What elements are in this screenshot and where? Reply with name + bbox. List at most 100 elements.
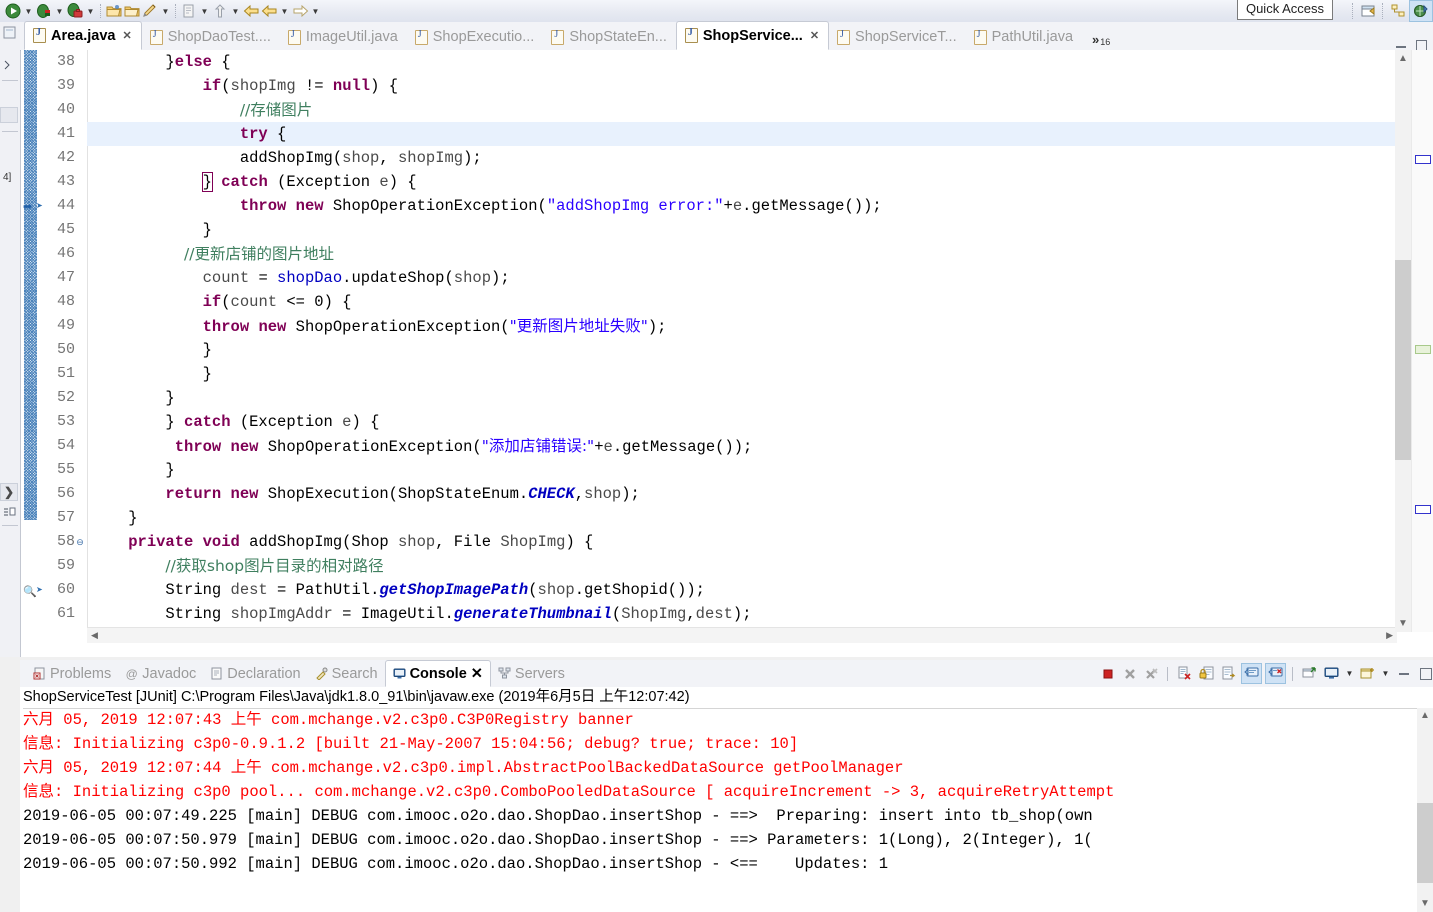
console-output[interactable]: 六月 05, 2019 12:07:43 上午 com.mchange.v2.c… [23, 708, 1433, 912]
scroll-left-arrow-icon[interactable]: ◀ [87, 630, 102, 641]
minimize-icon[interactable] [1396, 46, 1406, 48]
code-line[interactable]: } catch (Exception e) { [87, 410, 1433, 434]
run-icon[interactable] [4, 2, 22, 20]
stub-minimize-icon[interactable] [0, 503, 18, 519]
edit-dropdown-arrow[interactable]: ▼ [159, 2, 172, 20]
forward-dropdown-arrow[interactable]: ▼ [278, 2, 291, 20]
code-line[interactable]: } [87, 386, 1433, 410]
code-line[interactable]: throw new ShopOperationException("添加店铺错误… [87, 434, 1433, 458]
code-line[interactable]: throw new ShopOperationException("addSho… [87, 194, 1433, 218]
annotation-icon[interactable] [180, 2, 198, 20]
code-line[interactable]: //存储图片 [87, 98, 1433, 122]
java-ee-perspective-icon[interactable] [1387, 1, 1409, 21]
terminate-icon[interactable] [1098, 664, 1117, 683]
editor-tab-pathutil[interactable]: PathUtil.java [966, 24, 1082, 50]
breakpoint-marker-icon[interactable]: ➤ [36, 194, 45, 218]
remove-all-terminated-icon[interactable] [1142, 664, 1161, 683]
console-vertical-scrollbar[interactable]: ▲ ▼ [1417, 708, 1433, 912]
fold-toggle-icon[interactable]: ⊖ [75, 530, 85, 554]
forward-icon[interactable] [260, 2, 278, 20]
close-icon[interactable]: ✕ [123, 29, 132, 42]
code-line[interactable]: //更新店铺的图片地址 [87, 242, 1433, 266]
java-editor[interactable]: ➡ 🔍 38 39 40 41 42 43 44 ➤ 45 46 47 48 49 50 51 52 53 54 5… [21, 50, 1433, 657]
overview-marker[interactable] [1415, 155, 1431, 164]
pin-console-icon[interactable] [1300, 664, 1319, 683]
editor-tab-shopservice[interactable]: ShopService... ✕ [675, 21, 830, 50]
scroll-down-arrow-icon[interactable]: ▼ [1417, 896, 1433, 912]
stub-view-button[interactable] [0, 107, 18, 123]
view-tab-console[interactable]: Console ✕ [384, 660, 491, 687]
display-selected-console-arrow[interactable]: ▼ [1344, 664, 1355, 683]
coverage-dropdown-arrow[interactable]: ▼ [84, 2, 97, 20]
scroll-up-arrow-icon[interactable]: ▲ [1417, 708, 1433, 724]
editor-overview-ruler[interactable] [1411, 50, 1433, 632]
code-line[interactable]: } catch (Exception e) { [87, 170, 1433, 194]
breakpoint-marker-icon[interactable]: ➤ [36, 578, 45, 602]
view-tab-javadoc[interactable]: @ Javadoc [118, 662, 203, 685]
java-perspective-icon[interactable] [1409, 0, 1433, 22]
edit-pencil-icon[interactable] [141, 2, 159, 20]
clear-console-icon[interactable] [1175, 664, 1194, 683]
editor-scroll-thumb[interactable] [1395, 260, 1411, 460]
code-line[interactable]: } [87, 218, 1433, 242]
code-line[interactable]: } [87, 506, 1433, 530]
scroll-down-arrow-icon[interactable]: ▼ [1395, 615, 1411, 632]
editor-tab-shopstateenum[interactable]: ShopStateEn... [543, 24, 676, 50]
coverage-icon[interactable] [66, 2, 84, 20]
stub-outline-icon[interactable] [0, 56, 18, 72]
view-tab-problems[interactable]: Problems [26, 662, 118, 685]
code-line[interactable]: return new ShopExecution(ShopStateEnum.C… [87, 482, 1433, 506]
debug-dropdown-arrow[interactable]: ▼ [53, 2, 66, 20]
stub-package-explorer-icon[interactable] [0, 24, 18, 40]
open-folder-icon[interactable] [105, 2, 123, 20]
editor-tab-shopservicetest[interactable]: ShopServiceT... [829, 24, 966, 50]
code-line[interactable]: }else { [87, 50, 1433, 74]
next-annotation-arrow[interactable]: ▼ [229, 2, 242, 20]
view-tab-servers[interactable]: Servers [491, 662, 572, 685]
editor-tab-shopexecution[interactable]: ShopExecutio... [407, 24, 544, 50]
code-line[interactable]: String shopImgAddr = ImageUtil.generateT… [87, 602, 1433, 626]
maximize-icon[interactable] [1416, 664, 1433, 683]
next-edit-arrow[interactable]: ▼ [309, 2, 322, 20]
code-line[interactable]: addShopImg(shop, shopImg); [87, 146, 1433, 170]
code-line[interactable]: throw new ShopOperationException("更新图片地址… [87, 314, 1433, 338]
code-line[interactable]: if(shopImg != null) { [87, 74, 1433, 98]
code-line[interactable]: try { [87, 122, 1433, 146]
code-line[interactable]: private void addShopImg(Shop shop, File … [87, 530, 1433, 554]
editor-tab-area-java[interactable]: Area.java ✕ [24, 21, 142, 50]
editor-horizontal-scrollbar[interactable]: ◀ ▶ [87, 627, 1397, 643]
display-selected-console-icon[interactable] [1322, 664, 1341, 683]
open-console-icon[interactable] [1358, 664, 1377, 683]
new-folder-icon[interactable] [123, 2, 141, 20]
editor-vertical-scrollbar[interactable]: ▲ ▼ [1395, 50, 1411, 632]
editor-tab-imageutil[interactable]: ImageUtil.java [280, 24, 407, 50]
code-line[interactable]: } [87, 458, 1433, 482]
editor-tab-shopdaotest[interactable]: ShopDaoTest.... [142, 24, 280, 50]
word-wrap-icon[interactable] [1219, 664, 1238, 683]
show-console-on-error-icon[interactable] [1265, 663, 1286, 684]
remove-launch-icon[interactable] [1120, 664, 1139, 683]
annotation-dropdown-arrow[interactable]: ▼ [198, 2, 211, 20]
open-perspective-icon[interactable] [1357, 1, 1379, 21]
debug-icon[interactable] [35, 2, 53, 20]
stub-restore-icon[interactable]: ❯ [0, 483, 18, 501]
view-tab-search[interactable]: Search [308, 662, 385, 685]
code-area[interactable]: }else { if(shopImg != null) { //存储图片 try… [87, 50, 1433, 632]
code-line[interactable]: count = shopDao.updateShop(shop); [87, 266, 1433, 290]
code-line[interactable]: String dest = PathUtil.getShopImagePath(… [87, 578, 1433, 602]
code-line[interactable]: //获取shop图片目录的相对路径 [87, 554, 1433, 578]
run-dropdown-arrow[interactable]: ▼ [22, 2, 35, 20]
quick-access-field[interactable]: Quick Access [1236, 0, 1333, 20]
overview-marker[interactable] [1415, 345, 1431, 354]
open-console-arrow[interactable]: ▼ [1380, 664, 1391, 683]
tab-overflow-button[interactable]: » 16 [1082, 32, 1116, 50]
console-scroll-thumb[interactable] [1417, 803, 1433, 883]
show-console-on-output-icon[interactable] [1241, 663, 1262, 684]
overview-marker[interactable] [1415, 505, 1431, 514]
minimize-icon[interactable] [1394, 664, 1413, 683]
next-edit-icon[interactable] [291, 2, 309, 20]
back-icon[interactable] [242, 2, 260, 20]
close-icon[interactable]: ✕ [810, 29, 819, 42]
close-icon[interactable]: ✕ [471, 666, 483, 682]
code-line[interactable]: if(count <= 0) { [87, 290, 1433, 314]
